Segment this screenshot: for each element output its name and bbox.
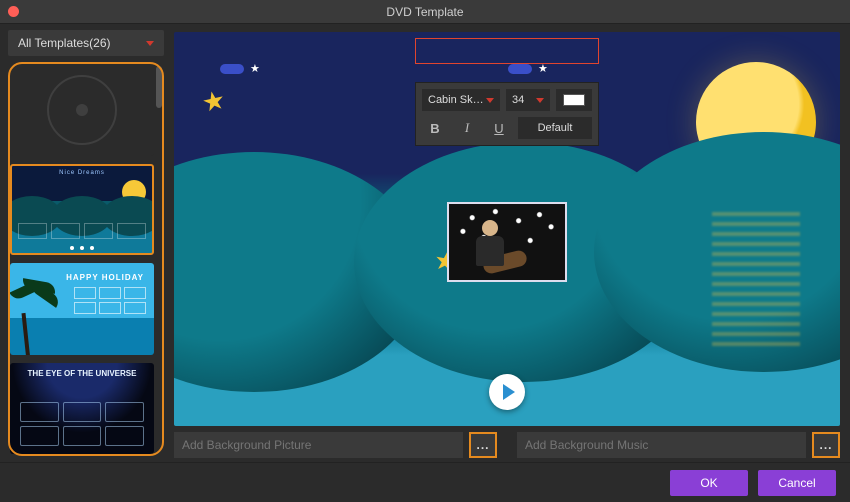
chevron-down-icon bbox=[486, 98, 494, 103]
cancel-button[interactable]: Cancel bbox=[758, 470, 836, 496]
template-canvas: ★ ★ ★ ★ Cabin Sk… 34 bbox=[174, 32, 840, 426]
template-list: Nice Dreams HAPPY HOLIDAY THE EYE OF THE… bbox=[8, 62, 164, 456]
background-inputs: ... ... bbox=[174, 432, 840, 458]
color-swatch-icon bbox=[563, 94, 585, 106]
main: All Templates(26) Nice Dreams HAPPY HOLI… bbox=[0, 24, 850, 462]
thumb-label: HAPPY HOLIDAY bbox=[66, 273, 144, 282]
template-filter-dropdown[interactable]: All Templates(26) bbox=[8, 30, 164, 56]
underline-button[interactable]: U bbox=[486, 117, 512, 139]
default-button[interactable]: Default bbox=[518, 117, 592, 139]
ok-button[interactable]: OK bbox=[670, 470, 748, 496]
window-title: DVD Template bbox=[0, 5, 850, 19]
bg-music-browse-button[interactable]: ... bbox=[812, 432, 840, 458]
sidebar: All Templates(26) Nice Dreams HAPPY HOLI… bbox=[0, 24, 168, 462]
play-button[interactable] bbox=[489, 374, 525, 410]
italic-button[interactable]: I bbox=[454, 117, 480, 139]
template-thumb-disc[interactable] bbox=[10, 64, 154, 156]
bg-picture-input[interactable] bbox=[174, 432, 463, 458]
font-family-label: Cabin Sk… bbox=[428, 94, 484, 106]
footer: OK Cancel bbox=[0, 462, 850, 502]
titlebar: DVD Template bbox=[0, 0, 850, 24]
disc-icon bbox=[47, 75, 117, 145]
bold-button[interactable]: B bbox=[422, 117, 448, 139]
thumb-label: THE EYE OF THE UNIVERSE bbox=[10, 369, 154, 378]
preview-pane: ★ ★ ★ ★ Cabin Sk… 34 bbox=[168, 24, 850, 462]
title-text-field[interactable] bbox=[415, 38, 599, 64]
font-family-select[interactable]: Cabin Sk… bbox=[422, 89, 500, 111]
dropdown-label: All Templates(26) bbox=[18, 36, 110, 50]
bg-picture-browse-button[interactable]: ... bbox=[469, 432, 497, 458]
thumb-label: Nice Dreams bbox=[12, 170, 152, 176]
font-size-select[interactable]: 34 bbox=[506, 89, 550, 111]
template-thumb-dreams[interactable]: Nice Dreams bbox=[10, 164, 154, 256]
video-thumbnail[interactable] bbox=[447, 202, 567, 282]
text-toolbar: Cabin Sk… 34 B I U Default bbox=[415, 82, 599, 146]
font-size-label: 34 bbox=[512, 94, 524, 106]
font-color-button[interactable] bbox=[556, 89, 592, 111]
nav-chip[interactable]: ★ bbox=[220, 62, 260, 75]
bg-music-input[interactable] bbox=[517, 432, 806, 458]
star-icon: ★ bbox=[250, 62, 260, 75]
star-icon: ★ bbox=[199, 84, 228, 119]
chevron-down-icon bbox=[146, 41, 154, 46]
template-thumb-holiday[interactable]: HAPPY HOLIDAY bbox=[10, 263, 154, 355]
chevron-down-icon bbox=[536, 98, 544, 103]
template-thumb-universe[interactable]: THE EYE OF THE UNIVERSE bbox=[10, 363, 154, 454]
